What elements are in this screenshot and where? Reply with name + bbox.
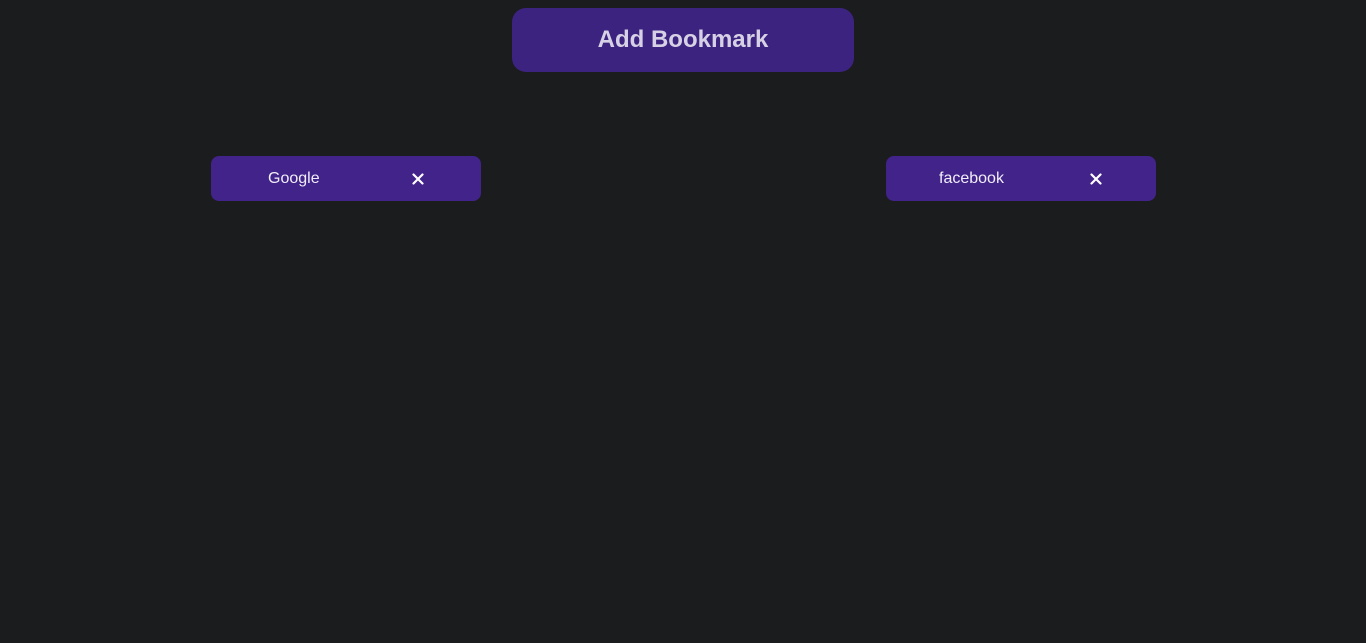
bookmark-item: Google xyxy=(211,156,481,201)
add-bookmark-button[interactable]: Add Bookmark xyxy=(512,8,854,72)
bookmark-link[interactable]: Google xyxy=(268,156,320,201)
close-icon[interactable] xyxy=(1086,156,1106,201)
bookmark-item: facebook xyxy=(886,156,1156,201)
page: Add Bookmark Google facebook xyxy=(0,0,1366,643)
bookmark-link[interactable]: facebook xyxy=(939,156,1004,201)
close-icon[interactable] xyxy=(408,156,428,201)
